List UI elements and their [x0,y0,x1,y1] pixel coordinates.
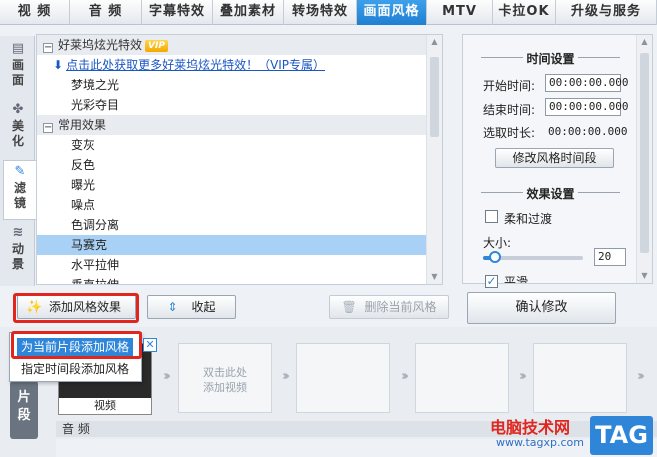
list-item-selected[interactable]: 马赛克 [37,235,442,255]
clip-placeholder[interactable] [296,343,390,413]
size-input[interactable]: 20 [594,248,626,266]
smooth-transition-label: 柔和过渡 [504,212,553,226]
side-tab-bar: ▤ 画面 ✤ 美化 ✎ 滤镜 ≋ 动景 [0,36,36,286]
group-common[interactable]: − 常用效果 [37,115,442,135]
list-item[interactable]: 垂直拉伸 [37,275,442,284]
scroll-down-icon[interactable]: ▼ [637,269,652,283]
list-item[interactable]: 曝光 [37,175,442,195]
download-icon: ⬇ [53,58,64,72]
smooth-transition-checkbox[interactable] [485,210,498,223]
duration-label: 选取时长: [483,126,536,140]
clip-placeholder[interactable] [533,343,627,413]
group-hollywood[interactable]: − 好莱坞炫光特效 VIP [37,35,442,55]
transition-arrow-icon: ››› [162,369,171,384]
end-time-input[interactable]: 00:00:00.000 [545,98,628,116]
scroll-thumb[interactable] [430,57,439,137]
start-time-label: 开始时间: [483,79,536,93]
close-icon[interactable]: ✕ [143,338,157,352]
collapse-toggle-icon[interactable]: − [43,43,53,53]
scroll-down-icon[interactable]: ▼ [427,270,442,284]
add-video-placeholder[interactable]: 双击此处 添加视频 [178,343,272,413]
list-item[interactable]: 光彩夺目 [37,95,442,115]
modify-time-button[interactable]: 修改风格时间段 [495,148,614,168]
trash-icon: 🗑 [341,300,357,314]
film-icon: ▤ [11,41,25,56]
scroll-thumb[interactable] [640,53,649,253]
vip-badge: VIP [145,40,168,52]
transition-arrow-icon: ››› [636,369,645,384]
tab-0[interactable]: 视 频 [0,0,70,25]
tab-7[interactable]: 卡拉OK [493,0,556,25]
get-more-effects-link[interactable]: ⬇ 点击此处获取更多好莱坞炫光特效！（VIP专属） [37,55,442,75]
size-label: 大小: [483,236,512,250]
tab-3[interactable]: 叠加素材 [213,0,284,25]
tab-6[interactable]: MTV [427,0,493,25]
effects-list: − 好莱坞炫光特效 VIP ⬇ 点击此处获取更多好莱坞炫光特效！（VIP专属） 梦境之… [36,34,443,285]
settings-scrollbar[interactable]: ▲ ▼ [636,35,652,283]
delete-style-button[interactable]: 🗑 删除当前风格 [329,295,449,319]
tab-1[interactable]: 音 频 [70,0,142,25]
transition-arrow-icon: ››› [518,369,527,384]
duration-value: 00:00:00.000 [548,125,628,138]
highlight-dropdown-option [11,331,142,359]
waves-icon: ≋ [12,225,24,240]
side-tab-motion[interactable]: ≋ 动景 [2,222,34,282]
watermark: 电脑技术网 www.tagxp.com TAG [486,410,657,457]
side-tab-screen[interactable]: ▤ 画面 [2,38,34,98]
collapse-button[interactable]: ⇕ 收起 [147,295,236,319]
settings-panel: 时间设置 开始时间: 00:00:00.000 结束时间: 00:00:00.0… [462,34,653,288]
scroll-up-icon[interactable]: ▲ [637,35,652,49]
time-settings-title: 时间设置 [463,50,638,67]
transition-arrow-icon: ››› [281,369,290,384]
tag-logo: TAG [590,416,653,455]
collapse-arrows-icon: ⇕ [167,300,178,314]
add-style-time-range-option[interactable]: 指定时间段添加风格 [17,360,133,378]
scroll-up-icon[interactable]: ▲ [427,35,442,49]
main-tab-bar: 视 频音 频字幕特效 叠加素材 转场特效 画面风格 MTV 卡拉OK 升级与服务 [0,0,657,25]
list-item[interactable]: 噪点 [37,195,442,215]
transition-arrow-icon: ››› [400,369,409,384]
magic-wand-icon: ✎ [14,164,26,179]
size-slider-knob[interactable] [489,251,501,263]
list-item[interactable]: 色调分离 [37,215,442,235]
list-scrollbar[interactable]: ▲ ▼ [426,35,442,284]
list-item[interactable]: 梦境之光 [37,75,442,95]
highlight-add-style [13,293,139,323]
side-tab-beautify[interactable]: ✤ 美化 [2,99,34,159]
clip-placeholder[interactable] [415,343,509,413]
smooth-label: 平滑 [504,275,529,283]
list-item[interactable]: 反色 [37,155,442,175]
list-item[interactable]: 水平拉伸 [37,255,442,275]
tab-4[interactable]: 转场特效 [284,0,357,25]
tab-2[interactable]: 字幕特效 [142,0,213,25]
side-tab-filter[interactable]: ✎ 滤镜 [3,160,36,220]
confirm-modify-button[interactable]: 确认修改 [467,292,616,324]
add-video-hint: 双击此处 添加视频 [203,366,247,394]
collapse-toggle-icon[interactable]: − [43,123,53,133]
start-time-input[interactable]: 00:00:00.000 [545,74,628,92]
end-time-label: 结束时间: [483,103,536,117]
size-slider[interactable] [483,251,583,263]
list-item[interactable]: 变灰 [37,135,442,155]
sparkle-icon: ✤ [12,102,24,117]
clip-tab[interactable]: 片段 [10,381,38,439]
effect-settings-title: 效果设置 [463,185,638,202]
tab-8[interactable]: 升级与服务 [556,0,657,25]
tab-5[interactable]: 画面风格 [357,0,427,25]
